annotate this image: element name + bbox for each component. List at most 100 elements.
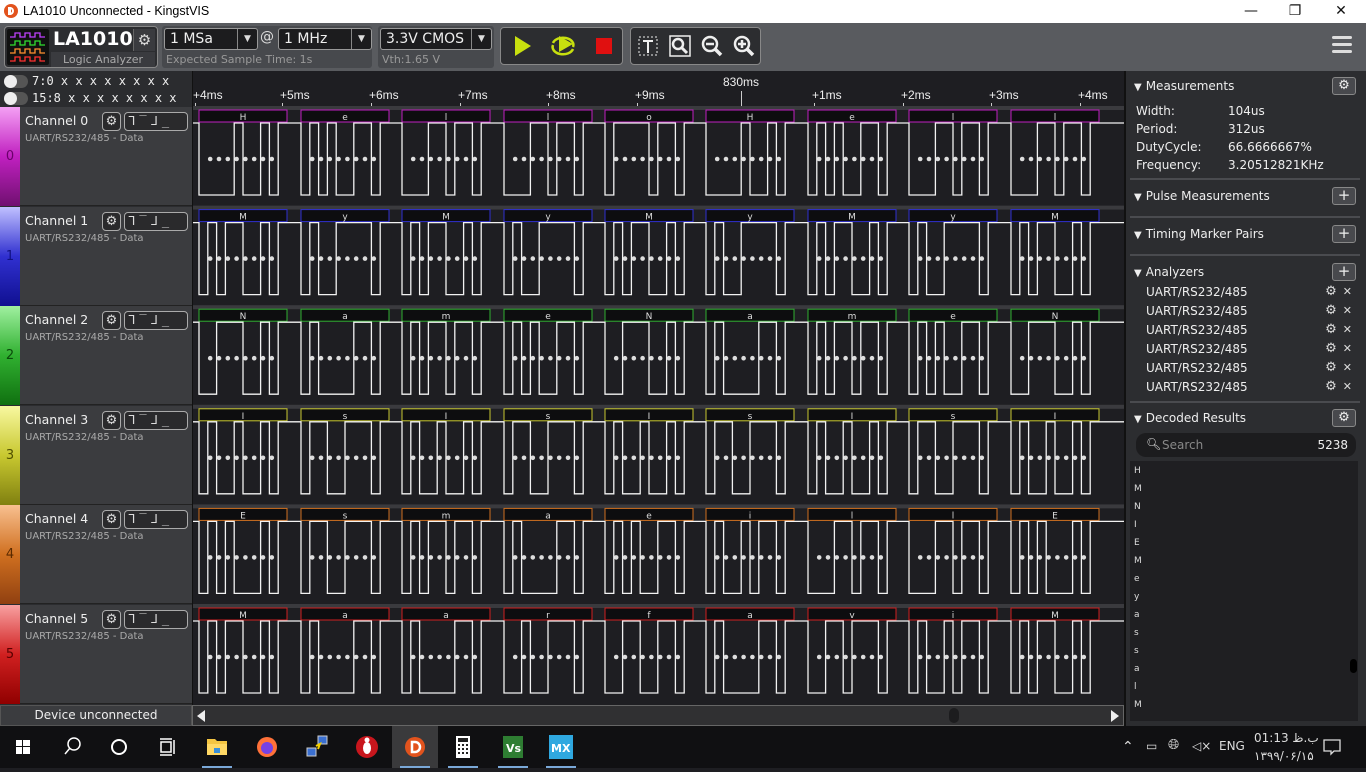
trigger-mode-buttons[interactable]: ᒣ‾ᒧ_: [124, 410, 188, 430]
decoded-result-item[interactable]: E: [1134, 538, 1140, 548]
analyzers-header[interactable]: ▼ Analyzers: [1134, 265, 1204, 279]
add-pulse-measurement-button[interactable]: +: [1332, 187, 1356, 205]
network-globe-icon[interactable]: 🌐︎: [1168, 737, 1179, 753]
decoded-result-item[interactable]: N: [1134, 502, 1141, 512]
collapse-triangle-icon[interactable]: ▼: [1134, 268, 1142, 279]
channel-color-bar[interactable]: 0: [0, 107, 20, 206]
network-tool-taskbar[interactable]: [294, 726, 340, 768]
remove-analyzer-icon[interactable]: ✕: [1343, 304, 1358, 317]
chevron-down-icon[interactable]: ▼: [237, 29, 257, 49]
group-toggle[interactable]: [4, 75, 28, 88]
analyzer-settings-gear-icon[interactable]: ⚙: [1325, 360, 1343, 375]
voltage-standard-select[interactable]: 3.3V CMOS ▼: [380, 28, 492, 50]
decoded-result-item[interactable]: l: [1134, 682, 1137, 692]
decoded-search-input[interactable]: 🔍︎ Search 5238: [1136, 433, 1356, 457]
zoom-out-icon[interactable]: [699, 33, 725, 59]
analyzer-settings-gear-icon[interactable]: ⚙: [1325, 284, 1343, 299]
channel-row-5[interactable]: 5 Channel 5 UART/RS232/485 - Data ⚙ ᒣ‾ᒧ_: [0, 605, 192, 704]
decoded-result-item[interactable]: e: [1134, 574, 1140, 584]
measurements-settings-gear-icon[interactable]: ⚙: [1332, 77, 1356, 95]
analyzer-item[interactable]: UART/RS232/485 ⚙✕: [1146, 303, 1358, 318]
trigger-mode-buttons[interactable]: ᒣ‾ᒧ_: [124, 112, 188, 131]
firefox-taskbar[interactable]: [244, 726, 290, 768]
language-indicator[interactable]: ENG: [1219, 739, 1245, 753]
collapse-triangle-icon[interactable]: ▼: [1134, 192, 1142, 203]
channel-color-bar[interactable]: 3: [0, 405, 20, 505]
battery-icon[interactable]: ▭: [1146, 739, 1157, 753]
analyzer-item[interactable]: UART/RS232/485 ⚙✕: [1146, 360, 1358, 375]
remove-analyzer-icon[interactable]: ✕: [1343, 342, 1358, 355]
measurements-header[interactable]: ▼ Measurements: [1134, 79, 1234, 93]
restore-button[interactable]: ❐: [1272, 0, 1318, 23]
decoded-result-item[interactable]: M: [1134, 484, 1142, 494]
channel-settings-gear-icon[interactable]: ⚙: [102, 510, 121, 530]
channel-row-0[interactable]: 0 Channel 0 UART/RS232/485 - Data ⚙ ᒣ‾ᒧ_: [0, 107, 192, 206]
analyzer-settings-gear-icon[interactable]: ⚙: [1325, 379, 1343, 394]
waveform-traces[interactable]: He l l o He l l M y My My My M N a m e Na m e N I s Is Is Is I E s m a…: [193, 106, 1124, 705]
results-scrollbar[interactable]: [1350, 659, 1357, 673]
add-analyzer-button[interactable]: +: [1332, 263, 1356, 281]
channel-color-bar[interactable]: 4: [0, 505, 20, 605]
sample-rate-select[interactable]: 1 MHz ▼: [278, 28, 372, 50]
decoded-result-item[interactable]: M: [1134, 700, 1142, 710]
chevron-down-icon[interactable]: ▼: [351, 29, 371, 49]
close-button[interactable]: ✕: [1318, 0, 1364, 23]
decoded-result-item[interactable]: I: [1134, 520, 1137, 530]
remove-analyzer-icon[interactable]: ✕: [1343, 380, 1358, 393]
analyzer-settings-gear-icon[interactable]: ⚙: [1325, 303, 1343, 318]
kingstvis-taskbar[interactable]: [392, 726, 438, 768]
collapse-triangle-icon[interactable]: ▼: [1134, 230, 1142, 241]
scroll-thumb[interactable]: [949, 708, 959, 723]
decoded-result-item[interactable]: M: [1134, 556, 1142, 566]
channel-color-bar[interactable]: 2: [0, 306, 20, 406]
channel-name[interactable]: Channel 4: [25, 511, 88, 526]
remove-analyzer-icon[interactable]: ✕: [1343, 285, 1358, 298]
mx-taskbar[interactable]: MX: [538, 726, 584, 768]
channel-trace-2[interactable]: Na m e Na m e N: [193, 305, 1124, 395]
decoded-result-item[interactable]: s: [1134, 646, 1139, 656]
decoded-result-item[interactable]: a: [1134, 664, 1140, 674]
cursor-marker[interactable]: [741, 91, 742, 106]
channel-name[interactable]: Channel 2: [25, 312, 88, 327]
add-timing-marker-button[interactable]: +: [1332, 225, 1356, 243]
channel-name[interactable]: Channel 0: [25, 113, 88, 128]
channel-trace-4[interactable]: Es m a e i l l E: [193, 504, 1124, 595]
channel-settings-gear-icon[interactable]: ⚙: [102, 211, 121, 231]
timing-marker-pairs-header[interactable]: ▼ Timing Marker Pairs: [1134, 227, 1264, 241]
decoded-result-item[interactable]: s: [1134, 628, 1139, 638]
trigger-mode-buttons[interactable]: ᒣ‾ᒧ_: [124, 610, 188, 629]
time-ruler[interactable]: +4ms +5ms +6ms +7ms +8ms +9ms +1ms +2ms +3ms +4ms…: [193, 71, 1124, 108]
channel-row-3[interactable]: 3 Channel 3 UART/RS232/485 - Data ⚙ ᒣ‾ᒧ_: [0, 405, 192, 505]
cortana-button[interactable]: [96, 726, 142, 768]
run-button[interactable]: [509, 33, 535, 59]
pulse-measurements-header[interactable]: ▼ Pulse Measurements: [1134, 189, 1270, 203]
channel-settings-gear-icon[interactable]: ⚙: [102, 410, 121, 430]
channel-settings-gear-icon[interactable]: ⚙: [102, 112, 121, 131]
channel-name[interactable]: Channel 5: [25, 611, 88, 626]
text-tool-icon[interactable]: [635, 33, 661, 59]
device-settings-gear-icon[interactable]: ⚙: [133, 29, 155, 51]
analyzer-item[interactable]: UART/RS232/485 ⚙✕: [1146, 322, 1358, 337]
channel-trace-5[interactable]: MaarfaviM: [193, 604, 1124, 694]
collapse-triangle-icon[interactable]: ▼: [1134, 82, 1142, 93]
decoded-result-item[interactable]: y: [1134, 592, 1139, 602]
zoom-in-icon[interactable]: [731, 33, 757, 59]
decoded-result-item[interactable]: H: [1134, 466, 1141, 476]
zoom-region-icon[interactable]: [667, 33, 693, 59]
decoded-results-header[interactable]: ▼ Decoded Results: [1134, 411, 1246, 425]
channel-trace-3[interactable]: Is Is Is Is I: [193, 404, 1124, 495]
trigger-mode-buttons[interactable]: ᒣ‾ᒧ_: [124, 311, 188, 331]
trigger-mode-buttons[interactable]: ᒣ‾ᒧ_: [124, 510, 188, 530]
clock-time[interactable]: 01:13 ب.ظ: [1254, 731, 1319, 745]
channel-trace-0[interactable]: He l l o He l l: [193, 106, 1124, 196]
scroll-right-arrow-icon[interactable]: [1111, 710, 1119, 722]
waveform-view[interactable]: +4ms +5ms +6ms +7ms +8ms +9ms +1ms +2ms +3ms +4ms…: [192, 71, 1124, 705]
remove-analyzer-icon[interactable]: ✕: [1343, 361, 1358, 374]
decoded-results-list[interactable]: HMNIEMeyassalM: [1130, 461, 1358, 721]
channel-color-bar[interactable]: 1: [0, 206, 20, 306]
channel-trace-1[interactable]: My My My My M: [193, 205, 1124, 296]
analyzer-settings-gear-icon[interactable]: ⚙: [1325, 341, 1343, 356]
remove-analyzer-icon[interactable]: ✕: [1343, 323, 1358, 336]
scroll-left-arrow-icon[interactable]: [197, 710, 205, 722]
channel-settings-gear-icon[interactable]: ⚙: [102, 311, 121, 331]
